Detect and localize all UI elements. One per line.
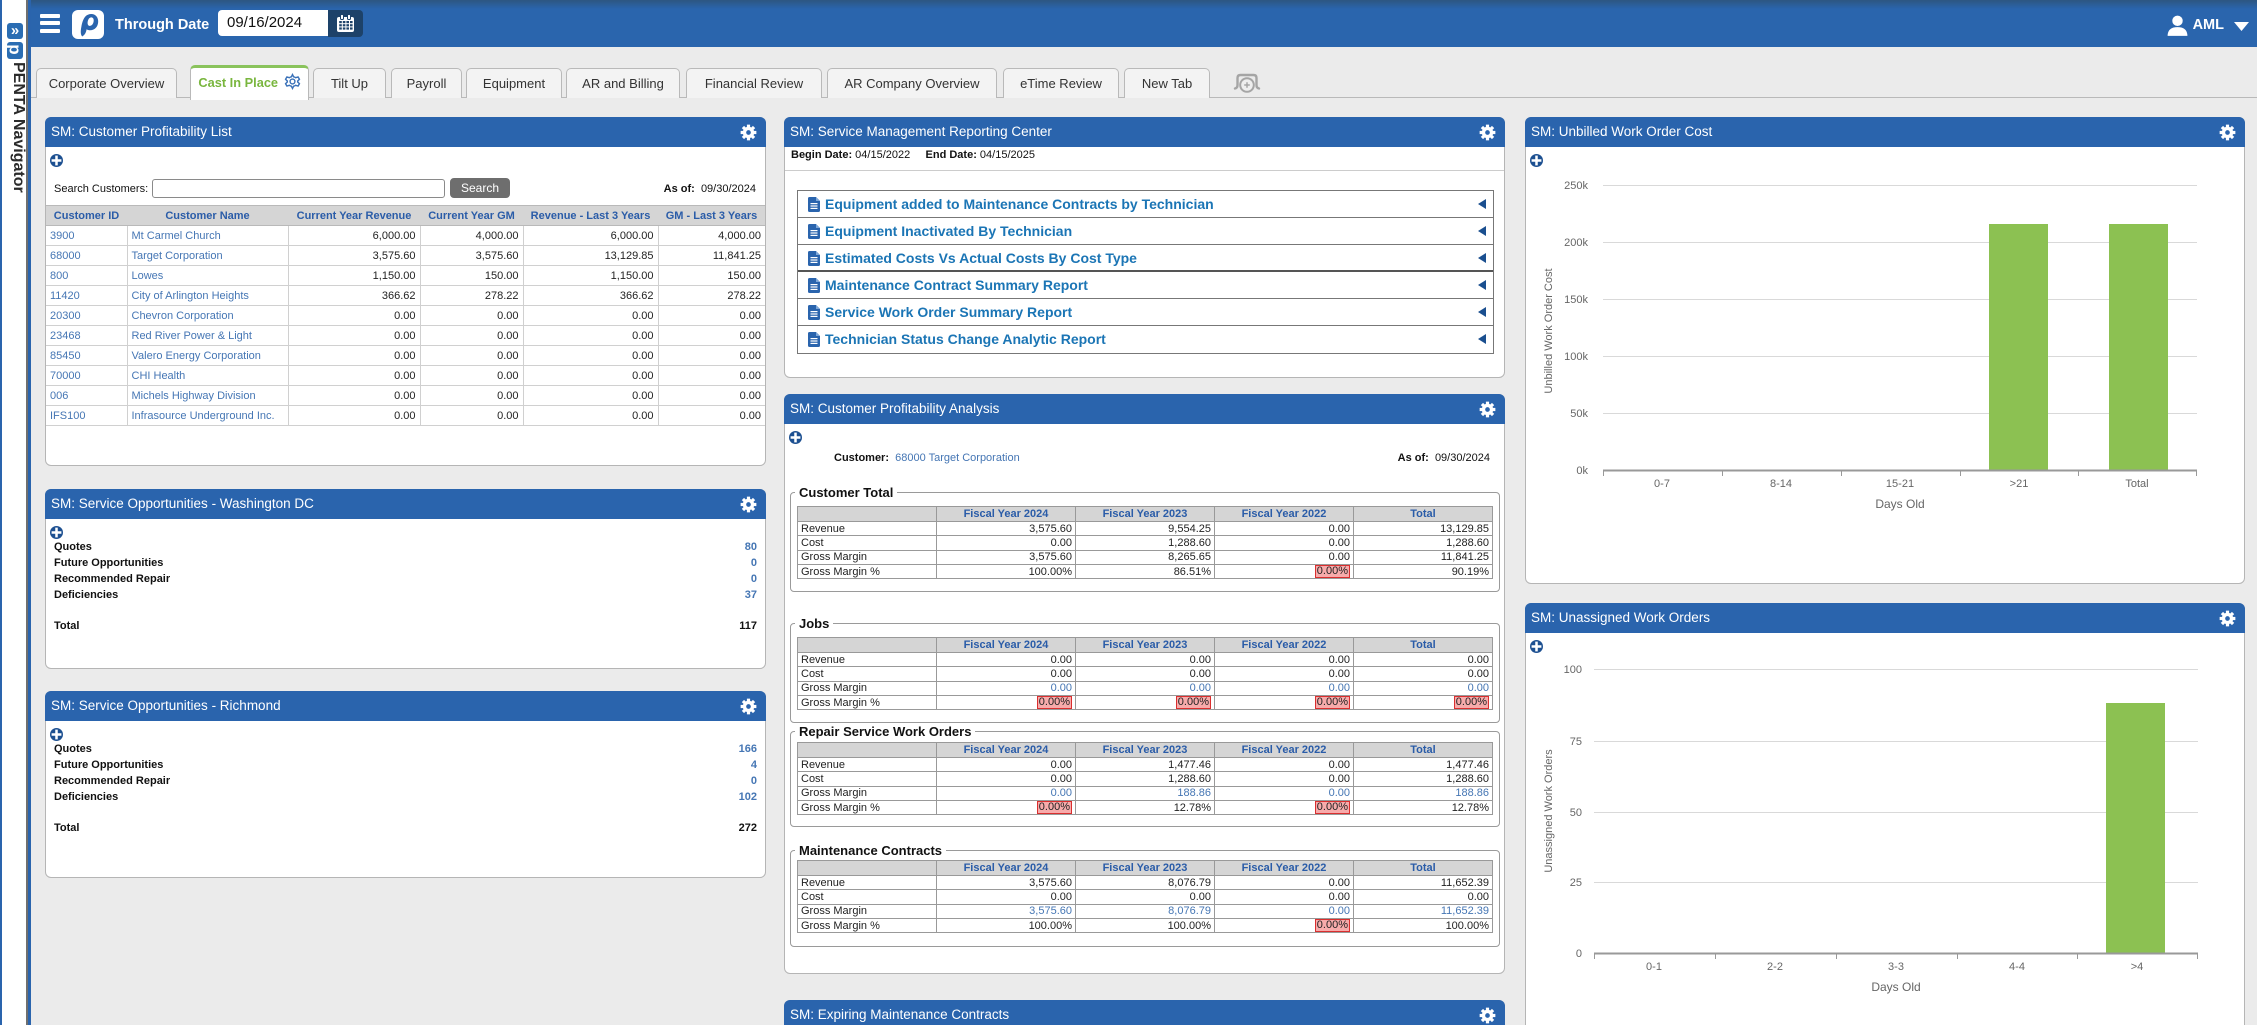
svg-text:0: 0: [1576, 948, 1582, 960]
svg-text:0-1: 0-1: [1646, 961, 1662, 973]
svg-text:75: 75: [1570, 736, 1582, 748]
svg-text:8-14: 8-14: [1770, 478, 1792, 490]
svg-text:4-4: 4-4: [2009, 961, 2025, 973]
svg-text:3-3: 3-3: [1888, 961, 1904, 973]
svg-text:150k: 150k: [1564, 294, 1588, 306]
svg-text:0k: 0k: [1576, 465, 1588, 477]
svg-text:Unassigned Work Orders: Unassigned Work Orders: [1543, 749, 1555, 873]
svg-text:Days Old: Days Old: [1871, 980, 1920, 994]
svg-text:200k: 200k: [1564, 237, 1588, 249]
svg-text:>4: >4: [2131, 961, 2144, 973]
svg-text:50k: 50k: [1570, 408, 1588, 420]
svg-text:>21: >21: [2010, 478, 2029, 490]
svg-text:100k: 100k: [1564, 351, 1588, 363]
svg-text:25: 25: [1570, 877, 1582, 889]
svg-text:100: 100: [1564, 664, 1582, 676]
svg-text:Unbilled Work Order Cost: Unbilled Work Order Cost: [1543, 268, 1555, 393]
svg-text:Days Old: Days Old: [1875, 497, 1924, 511]
svg-text:2-2: 2-2: [1767, 961, 1783, 973]
svg-text:Total: Total: [2125, 478, 2148, 490]
svg-text:15-21: 15-21: [1886, 478, 1914, 490]
svg-text:0-7: 0-7: [1654, 478, 1670, 490]
svg-text:50: 50: [1570, 807, 1582, 819]
svg-text:250k: 250k: [1564, 180, 1588, 192]
